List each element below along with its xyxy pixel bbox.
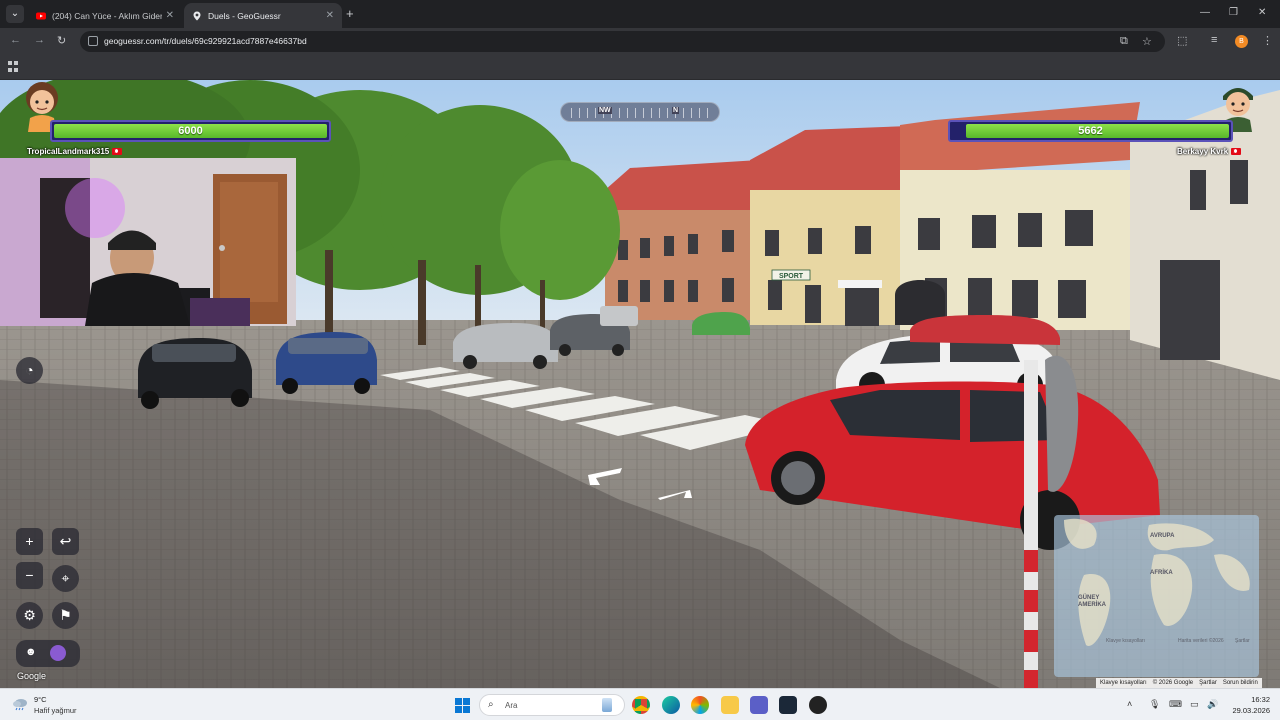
url-text: geoguessr.com/tr/duels/69c929921acd7887e… bbox=[104, 36, 307, 46]
zoom-out-button[interactable]: − bbox=[16, 562, 43, 589]
close-tab-icon[interactable]: ✕ bbox=[326, 10, 334, 21]
extensions-icon[interactable]: ⬚ bbox=[1177, 34, 1187, 47]
keyboard-icon[interactable]: ⌨ bbox=[1169, 699, 1182, 710]
tab-title: Duels - GeoGuessr bbox=[208, 10, 281, 21]
map-shortcuts[interactable]: Klavye kısayolları bbox=[1106, 638, 1145, 644]
close-tab-icon[interactable]: ✕ bbox=[166, 10, 174, 21]
report-problem-link[interactable]: Sorun bildirin bbox=[1223, 678, 1258, 688]
turkey-flag-icon bbox=[112, 148, 123, 156]
keyboard-shortcuts-link[interactable]: Klavye kısayolları bbox=[1100, 678, 1147, 688]
webcam-overlay bbox=[0, 158, 296, 326]
volume-icon[interactable]: 🔊 bbox=[1207, 699, 1218, 710]
search-highlight-icon bbox=[602, 698, 612, 712]
edge-icon[interactable] bbox=[662, 696, 680, 714]
health-bar-right: 5662 bbox=[948, 120, 1233, 142]
reading-list-icon[interactable]: ≡ bbox=[1211, 34, 1217, 46]
flag-checkpoint-icon[interactable]: ⚑ bbox=[52, 602, 79, 629]
browser-toolbar: ← → ↻ geoguessr.com/tr/duels/69c929921ac… bbox=[0, 28, 1280, 55]
emote-icon bbox=[50, 645, 66, 661]
webcam-feed bbox=[0, 158, 296, 326]
people-icon: ☻ bbox=[25, 646, 37, 658]
google-watermark: Google bbox=[17, 671, 47, 681]
apps-grid-icon[interactable] bbox=[8, 61, 19, 72]
new-tab-button[interactable]: + bbox=[346, 6, 354, 21]
display-icon[interactable]: ▭ bbox=[1190, 699, 1199, 710]
site-info-icon[interactable] bbox=[88, 36, 98, 46]
search-icon: ⌕ bbox=[488, 699, 494, 710]
compass-bar: NW N bbox=[560, 102, 720, 122]
menu-icon[interactable]: ⋮ bbox=[1262, 34, 1273, 47]
file-explorer-icon[interactable] bbox=[721, 696, 739, 714]
street-view-panorama[interactable]: SPORT NW N 6000 TropicalLandmark315 5662… bbox=[0, 80, 1280, 688]
install-app-icon[interactable]: ⧉ bbox=[1120, 35, 1128, 48]
health-value-left: 6000 bbox=[178, 125, 203, 137]
back-icon[interactable]: ← bbox=[10, 34, 21, 46]
microphone-icon[interactable]: 🎙 bbox=[1149, 699, 1160, 710]
map-terms[interactable]: Şartlar bbox=[1235, 638, 1250, 644]
tab-title: (204) Can Yüce - Aklım Gider A bbox=[52, 10, 162, 21]
zoom-in-button[interactable]: + bbox=[16, 528, 43, 555]
window-close-icon[interactable]: ✕ bbox=[1258, 7, 1266, 18]
undo-move-button[interactable]: ↩ bbox=[52, 528, 79, 555]
terms-link[interactable]: Şartlar bbox=[1199, 678, 1217, 688]
weather-condition[interactable]: Hafif yağmur bbox=[34, 706, 77, 715]
search-placeholder: Ara bbox=[505, 701, 518, 710]
bookmarks-bar bbox=[0, 55, 1280, 80]
clock-time: 16:32 bbox=[1251, 695, 1270, 704]
taskbar: 9°C Hafif yağmur ⌕ Ara ˄ 🎙 ⌨ ▭ 🔊 16:32 2… bbox=[0, 688, 1280, 720]
chrome-icon[interactable] bbox=[632, 696, 650, 714]
health-value-right: 5662 bbox=[1078, 125, 1103, 137]
restore-icon[interactable]: ❐ bbox=[1229, 7, 1238, 18]
teams-icon[interactable] bbox=[750, 696, 768, 714]
copyright-text: © 2026 Google bbox=[1152, 680, 1194, 686]
youtube-icon bbox=[36, 12, 46, 19]
turkey-flag-icon bbox=[1231, 148, 1242, 156]
return-to-start-icon[interactable]: ⌖ bbox=[52, 565, 79, 592]
settings-gear-icon[interactable]: ⚙ bbox=[16, 602, 43, 629]
geoguessr-pin-icon bbox=[193, 11, 201, 20]
copilot-icon[interactable] bbox=[691, 696, 709, 714]
guess-map[interactable]: AVRUPA AFRİKA GÜNEY AMERİKA Klavye kısay… bbox=[1054, 515, 1259, 677]
compass-n: N bbox=[672, 107, 680, 114]
minimize-icon[interactable]: — bbox=[1200, 7, 1210, 18]
profile-avatar[interactable]: B bbox=[1235, 35, 1248, 48]
health-bar-left: 6000 bbox=[50, 120, 331, 142]
address-bar[interactable]: geoguessr.com/tr/duels/69c929921acd7887e… bbox=[80, 31, 1165, 52]
attribution-bar: Klavye kısayolları © 2026 Google Şartlar… bbox=[1096, 678, 1262, 688]
windows-start-icon[interactable] bbox=[455, 698, 470, 713]
compass-nw: NW bbox=[598, 107, 612, 114]
tab-geoguessr[interactable]: Duels - GeoGuessr ✕ bbox=[184, 3, 342, 28]
taskbar-search[interactable]: ⌕ Ara bbox=[479, 694, 625, 716]
system-clock[interactable]: 16:32 29.03.2026 bbox=[1222, 694, 1270, 716]
tab-youtube[interactable]: (204) Can Yüce - Aklım Gider A ✕ bbox=[28, 3, 182, 28]
tab-search-button[interactable]: ⌄ bbox=[6, 5, 24, 23]
app-notification-icon[interactable] bbox=[809, 696, 827, 714]
rain-cloud-icon[interactable] bbox=[12, 697, 28, 711]
tab-strip: ⌄ (204) Can Yüce - Aklım Gider A ✕ Duels… bbox=[0, 0, 1280, 28]
player-name-left: TropicalLandmark315 bbox=[27, 147, 123, 156]
tray-overflow-icon[interactable]: ˄ bbox=[1127, 699, 1132, 709]
forward-icon[interactable]: → bbox=[34, 34, 45, 46]
steam-icon[interactable] bbox=[779, 696, 797, 714]
clock-date: 29.03.2026 bbox=[1232, 706, 1270, 715]
report-location-icon[interactable]: ◔ bbox=[16, 357, 43, 384]
map-label-europe: AVRUPA bbox=[1150, 533, 1175, 539]
map-label-africa: AFRİKA bbox=[1150, 570, 1173, 576]
weather-temp[interactable]: 9°C bbox=[34, 695, 47, 704]
map-data: Harita verileri ©2026 bbox=[1178, 638, 1224, 644]
shop-sign: SPORT bbox=[779, 273, 804, 280]
bookmark-star-icon[interactable]: ☆ bbox=[1142, 35, 1152, 48]
map-label-south-america: GÜNEY AMERİKA bbox=[1078, 595, 1106, 608]
emote-chat-button[interactable]: ☻ bbox=[16, 640, 80, 667]
player-name-right: Berkayy Kvrk bbox=[1177, 147, 1242, 156]
reload-icon[interactable]: ↻ bbox=[57, 34, 66, 47]
